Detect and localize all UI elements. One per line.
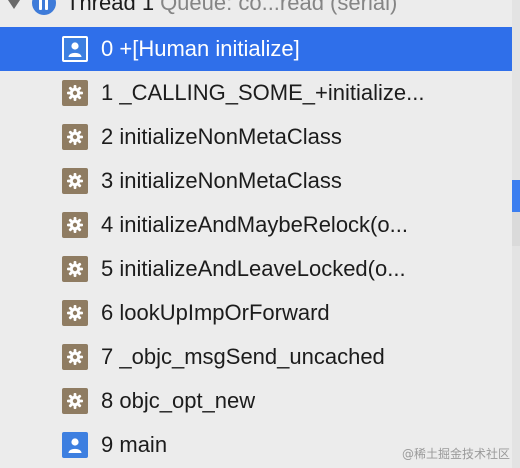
frame-symbol: initializeAndMaybeRelock(o...: [119, 212, 408, 237]
stack-frame-4[interactable]: 4 initializeAndMaybeRelock(o...: [0, 203, 512, 247]
frame-label: 4 initializeAndMaybeRelock(o...: [101, 212, 408, 238]
frame-label: 8 objc_opt_new: [101, 388, 255, 414]
frame-index: 7: [101, 344, 114, 369]
gutter-highlight: [512, 180, 520, 212]
gear-icon: [62, 300, 88, 326]
frame-index: 0: [101, 36, 114, 61]
frame-label: 7 _objc_msgSend_uncached: [101, 344, 385, 370]
frame-index: 5: [101, 256, 114, 281]
gear-icon: [62, 80, 88, 106]
frame-index: 6: [101, 300, 114, 325]
thread-queue: Queue: co...read (serial): [160, 0, 398, 15]
frame-symbol: initializeNonMetaClass: [119, 168, 342, 193]
gear-icon: [62, 344, 88, 370]
stack-frame-2[interactable]: 2 initializeNonMetaClass: [0, 115, 512, 159]
frame-symbol: main: [119, 432, 168, 457]
thread-row[interactable]: Thread 1 Queue: co...read (serial): [0, 0, 512, 20]
stack-frame-1[interactable]: 1 _CALLING_SOME_+initialize...: [0, 71, 512, 115]
stack-frame-8[interactable]: 8 objc_opt_new: [0, 379, 512, 423]
gutter-band: [512, 212, 520, 246]
frame-symbol: initializeNonMetaClass: [119, 124, 342, 149]
frame-label: 5 initializeAndLeaveLocked(o...: [101, 256, 406, 282]
gear-icon: [62, 256, 88, 282]
gear-icon: [62, 388, 88, 414]
frame-symbol: initializeAndLeaveLocked(o...: [119, 256, 406, 281]
debug-navigator: Thread 1 Queue: co...read (serial) 0 +[H…: [0, 0, 512, 468]
frame-index: 3: [101, 168, 114, 193]
frame-label: 2 initializeNonMetaClass: [101, 124, 342, 150]
disclosure-triangle-icon[interactable]: [6, 0, 22, 9]
frame-symbol: objc_opt_new: [119, 388, 256, 413]
stack-frame-3[interactable]: 3 initializeNonMetaClass: [0, 159, 512, 203]
stack-frame-6[interactable]: 6 lookUpImpOrForward: [0, 291, 512, 335]
user-code-icon: [62, 36, 88, 62]
thread-name: Thread 1: [66, 0, 155, 15]
user-code-icon: [62, 432, 88, 458]
frame-label: 9 main: [101, 432, 167, 458]
frame-index: 8: [101, 388, 114, 413]
frame-label: 0 +[Human initialize]: [101, 36, 300, 62]
frame-symbol: +[Human initialize]: [119, 36, 300, 61]
frame-label: 3 initializeNonMetaClass: [101, 168, 342, 194]
stack-frame-0[interactable]: 0 +[Human initialize]: [0, 27, 512, 71]
frame-index: 9: [101, 432, 114, 457]
stack-frame-7[interactable]: 7 _objc_msgSend_uncached: [0, 335, 512, 379]
gear-icon: [62, 124, 88, 150]
thread-icon: [32, 0, 56, 15]
gear-icon: [62, 212, 88, 238]
watermark: @稀土掘金技术社区: [401, 447, 510, 461]
frame-index: 2: [101, 124, 114, 149]
gear-icon: [62, 168, 88, 194]
stack-frame-list: 0 +[Human initialize] 1 _CALLING_SOME_+i…: [0, 27, 512, 467]
frame-symbol: _objc_msgSend_uncached: [119, 344, 385, 369]
frame-index: 4: [101, 212, 114, 237]
frame-label: 1 _CALLING_SOME_+initialize...: [101, 80, 424, 106]
frame-index: 1: [101, 80, 114, 105]
frame-label: 6 lookUpImpOrForward: [101, 300, 330, 326]
frame-symbol: lookUpImpOrForward: [119, 300, 330, 325]
frame-symbol: _CALLING_SOME_+initialize...: [119, 80, 425, 105]
stack-frame-5[interactable]: 5 initializeAndLeaveLocked(o...: [0, 247, 512, 291]
